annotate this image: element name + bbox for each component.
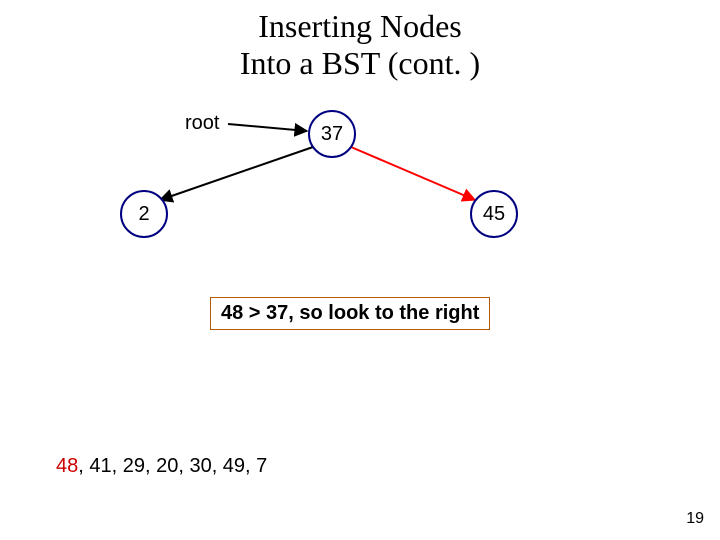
node-value: 2: [138, 203, 149, 226]
tree-node-right: 45: [470, 190, 518, 238]
insert-sequence: 48, 41, 29, 20, 30, 49, 7: [56, 455, 267, 478]
edge-37-to-45: [351, 147, 475, 200]
sequence-current: 48: [56, 455, 78, 477]
tree-node-root: 37: [308, 110, 356, 158]
caption-text: 48 > 37, so look to the right: [221, 302, 479, 324]
slide-title: Inserting Nodes Into a BST (cont. ): [0, 8, 720, 82]
edge-37-to-2: [160, 147, 313, 200]
tree-node-left: 2: [120, 190, 168, 238]
sequence-rest: , 41, 29, 20, 30, 49, 7: [78, 455, 267, 477]
pointer-root-to-37: [228, 124, 307, 131]
node-value: 37: [321, 123, 343, 146]
step-caption: 48 > 37, so look to the right: [210, 297, 490, 330]
title-line-2: Into a BST (cont. ): [240, 45, 480, 81]
page-number: 19: [686, 510, 704, 528]
root-label: root: [185, 112, 219, 135]
node-value: 45: [483, 203, 505, 226]
title-line-1: Inserting Nodes: [258, 8, 462, 44]
